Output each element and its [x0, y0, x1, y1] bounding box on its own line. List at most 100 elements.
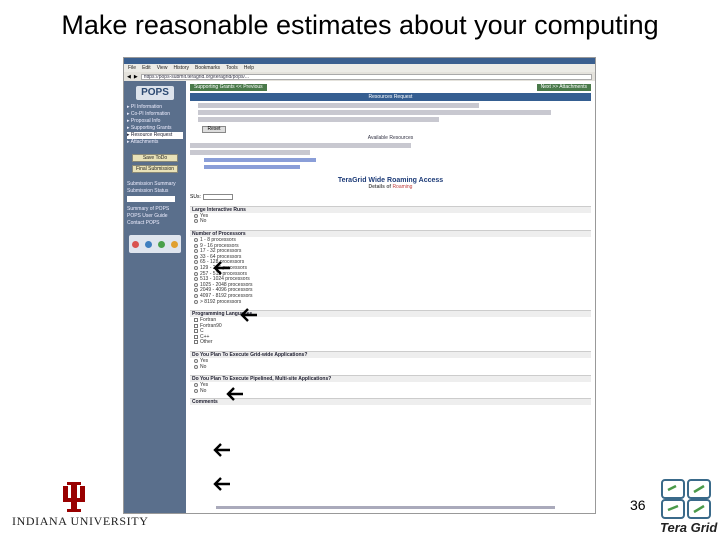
- section-title: Do You Plan To Execute Pipelined, Multi-…: [190, 375, 591, 383]
- pops-sidebar: POPS ▸ PI Information ▸ Co-PI Informatio…: [124, 81, 186, 513]
- resources-note: [190, 143, 411, 148]
- status-field[interactable]: [127, 196, 175, 202]
- option-label: Other: [200, 339, 213, 346]
- menu-file[interactable]: File: [128, 65, 136, 71]
- instruction-text: [198, 110, 551, 115]
- summary-of-pops-link[interactable]: Summary of POPS: [127, 206, 183, 213]
- checkbox[interactable]: [194, 329, 198, 334]
- teragrid-wordmark: Tera Grid: [660, 520, 718, 535]
- su-label: SUs:: [190, 194, 201, 200]
- arrow-left-icon: [213, 261, 230, 275]
- indiana-university-wordmark: INDIANA UNIVERSITY: [12, 514, 149, 528]
- arrow-left-icon: [213, 477, 230, 491]
- option-label: No: [200, 387, 207, 394]
- radio-option[interactable]: > 8192 processors: [190, 299, 591, 305]
- sidebar-item-supporting-grants[interactable]: ▸ Supporting Grants: [127, 125, 183, 132]
- su-input[interactable]: [202, 194, 233, 200]
- address-bar: ◀ ▶ https://pops-submit.teragrid.org/ter…: [124, 72, 595, 81]
- roaming-link[interactable]: Roaming: [392, 184, 412, 190]
- checkbox[interactable]: [194, 323, 198, 328]
- browser-screenshot: File Edit View History Bookmarks Tools H…: [123, 57, 596, 514]
- resource-link[interactable]: [204, 165, 301, 169]
- final-submission-button[interactable]: Final Submission: [132, 165, 178, 173]
- resources-request-header: Resources Request: [190, 93, 591, 101]
- radio-button[interactable]: [194, 213, 198, 218]
- section-title: Large Interactive Runs: [190, 206, 591, 213]
- page-number: 36: [630, 497, 646, 513]
- radio-button[interactable]: [194, 364, 198, 369]
- menu-help[interactable]: Help: [244, 65, 254, 71]
- partner-logo-icon: [145, 240, 152, 248]
- question-sections: Large Interactive Runs Yes No Number of Pro…: [190, 206, 591, 394]
- resource-request-form: Supporting Grants << Previous Next >> At…: [186, 81, 595, 513]
- partner-logo-icon: [132, 240, 139, 248]
- option-label: No: [200, 218, 207, 225]
- radio-button[interactable]: [194, 388, 198, 393]
- indiana-university-logo: [63, 482, 85, 512]
- radio-button[interactable]: [194, 277, 198, 282]
- submission-status-link[interactable]: Submission Status: [127, 188, 183, 195]
- sidebar-item-attachments[interactable]: ▸ Attachments: [127, 139, 183, 146]
- sidebar-item-resource-request[interactable]: ▸ Resource Request: [127, 132, 183, 139]
- radio-option[interactable]: No: [190, 218, 591, 225]
- checkbox[interactable]: [194, 318, 198, 323]
- instruction-text: [198, 103, 479, 108]
- option-label: > 8192 processors: [200, 298, 242, 305]
- pops-logo: POPS: [136, 86, 174, 100]
- save-todo-button[interactable]: Save ToDo: [132, 154, 178, 162]
- radio-button[interactable]: [194, 271, 198, 276]
- submission-summary-link[interactable]: Submission Summary: [127, 181, 183, 188]
- sidebar-item-pi-info[interactable]: ▸ PI Information: [127, 104, 183, 111]
- arrow-left-icon: [213, 443, 230, 457]
- radio-option[interactable]: No: [190, 364, 591, 370]
- page-footer-text: [216, 506, 555, 509]
- resource-link[interactable]: [204, 158, 317, 162]
- reset-button[interactable]: Reset: [202, 126, 226, 133]
- radio-button[interactable]: [194, 293, 198, 298]
- menu-bookmarks[interactable]: Bookmarks: [195, 65, 220, 71]
- back-icon[interactable]: ◀: [127, 74, 131, 80]
- checkbox-option[interactable]: Other: [190, 339, 591, 346]
- menu-tools[interactable]: Tools: [226, 65, 238, 71]
- menu-history[interactable]: History: [173, 65, 189, 71]
- radio-button[interactable]: [194, 260, 198, 265]
- partner-logo-icon: [158, 240, 165, 248]
- radio-button[interactable]: [194, 282, 198, 287]
- option-label: No: [200, 363, 207, 370]
- menu-edit[interactable]: Edit: [142, 65, 151, 71]
- radio-button[interactable]: [194, 383, 198, 388]
- available-resources-title: Available Resources: [367, 135, 414, 141]
- roaming-access-title: TeraGrid Wide Roaming Access: [337, 177, 444, 184]
- arrow-left-icon: [240, 308, 257, 322]
- partner-logos: [129, 235, 181, 253]
- radio-button[interactable]: [194, 288, 198, 293]
- radio-option[interactable]: No: [190, 388, 591, 394]
- resources-note: [190, 150, 311, 155]
- forward-icon[interactable]: ▶: [134, 74, 138, 80]
- instruction-text: [198, 117, 439, 122]
- arrow-left-icon: [226, 387, 243, 401]
- sidebar-item-co-pi-info[interactable]: ▸ Co-PI Information: [127, 111, 183, 118]
- sidebar-item-proposal-info[interactable]: ▸ Proposal Info: [127, 118, 183, 125]
- slide-title: Make reasonable estimates about your com…: [61, 10, 659, 40]
- radio-button[interactable]: [194, 359, 198, 364]
- previous-button[interactable]: Supporting Grants << Previous: [190, 83, 267, 91]
- user-guide-link[interactable]: POPS User Guide: [127, 213, 183, 220]
- radio-button[interactable]: [194, 299, 198, 304]
- next-button[interactable]: Next >> Attachments: [536, 83, 591, 91]
- radio-button[interactable]: [194, 254, 198, 259]
- url-input[interactable]: https://pops-submit.teragrid.org/teragri…: [140, 73, 592, 80]
- partner-logo-icon: [171, 240, 178, 248]
- radio-button[interactable]: [194, 249, 198, 254]
- menu-view[interactable]: View: [157, 65, 168, 71]
- teragrid-logo-icon: [661, 479, 711, 519]
- radio-button[interactable]: [194, 219, 198, 224]
- menu-bar: File Edit View History Bookmarks Tools H…: [124, 64, 595, 72]
- checkbox[interactable]: [194, 340, 198, 345]
- radio-button[interactable]: [194, 265, 198, 270]
- contact-pops-link[interactable]: Contact POPS: [127, 220, 183, 227]
- roaming-details: Details of Roaming: [368, 184, 413, 190]
- radio-button[interactable]: [194, 237, 198, 242]
- checkbox[interactable]: [194, 334, 198, 339]
- radio-button[interactable]: [194, 243, 198, 248]
